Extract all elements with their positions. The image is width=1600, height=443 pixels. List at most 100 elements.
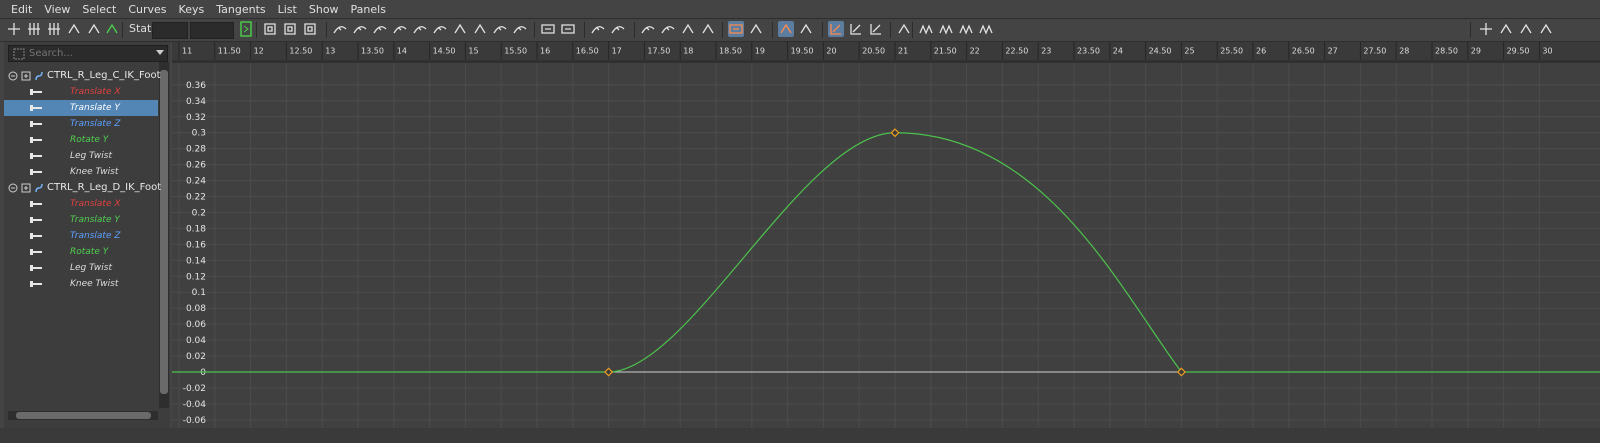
outliner-attribute[interactable]: Knee Twist [4, 276, 158, 292]
search-box[interactable] [8, 45, 168, 62]
value-label: 0.32 [186, 113, 206, 123]
outliner-attribute[interactable]: Translate Z [4, 228, 158, 244]
ruler-label: 13 [325, 47, 335, 56]
collapse-icon[interactable] [8, 183, 18, 193]
outliner-node[interactable]: CTRL_R_Leg_D_IK_Foot [4, 180, 161, 196]
ruler-divider [172, 60, 1600, 63]
menu-tangents[interactable]: Tangents [210, 3, 271, 16]
clamped-tangent-icon[interactable] [372, 21, 388, 37]
outliner-vertical-scrollbar[interactable] [159, 62, 169, 408]
ruler-label: 20 [826, 47, 836, 56]
region-tool-icon[interactable] [66, 21, 82, 37]
green-toggle-icon[interactable] [104, 21, 120, 37]
outliner-attribute[interactable]: Leg Twist [4, 260, 158, 276]
auto-tangent-icon[interactable] [332, 21, 348, 37]
unlock-weight-icon[interactable] [700, 21, 716, 37]
outliner-node[interactable]: CTRL_R_Leg_C_IK_Foot [4, 68, 161, 84]
outliner-horizontal-scrollbar[interactable] [8, 411, 158, 420]
menu-keys[interactable]: Keys [173, 3, 211, 16]
move-key-icon[interactable] [6, 21, 22, 37]
pre-infinity-icon[interactable] [918, 21, 934, 37]
frame-playback-icon[interactable] [282, 21, 298, 37]
outliner-attribute[interactable]: Translate Y [4, 100, 158, 116]
insert-key-icon[interactable] [26, 21, 42, 37]
spline-tangent-icon[interactable] [352, 21, 368, 37]
stats-toggle-icon[interactable] [238, 21, 254, 37]
ruler-label: 14 [397, 47, 407, 56]
relative-view-icon[interactable] [868, 21, 884, 37]
value-label: 0 [200, 368, 206, 378]
absolute-view-icon[interactable] [848, 21, 864, 37]
outliner-attribute[interactable]: Translate X [4, 196, 158, 212]
cycle-offset-icon[interactable] [978, 21, 994, 37]
graph-editor-view[interactable]: 11 11.50 12 12.50 13 13.50 14 14.50 15 15.50 16 16.… [172, 42, 1600, 428]
toolbar-separator [772, 22, 773, 38]
break-tangent-icon[interactable] [590, 21, 606, 37]
chevron-down-icon[interactable] [156, 50, 164, 55]
search-input[interactable] [29, 46, 147, 61]
menu-list[interactable]: List [272, 3, 303, 16]
attribute-icon [30, 169, 42, 175]
pan-icon[interactable] [1478, 21, 1494, 37]
retime-tool-icon[interactable] [86, 21, 102, 37]
menu-show[interactable]: Show [303, 3, 345, 16]
ruler-label: 19 [755, 47, 765, 56]
menu-edit[interactable]: Edit [0, 3, 38, 16]
curve-graph[interactable]: 11 11.50 12 12.50 13 13.50 14 14.50 15 15.50 16 16.… [172, 42, 1600, 428]
attribute-label: Translate Z [70, 119, 121, 129]
buffer-curve-icon[interactable] [540, 21, 556, 37]
isolate-curve-icon[interactable] [778, 21, 794, 37]
stats-field-2[interactable] [190, 22, 234, 39]
frame-all-icon[interactable] [262, 21, 278, 37]
outliner-attribute[interactable]: Translate Y [4, 212, 158, 228]
step-tangent-icon[interactable] [432, 21, 448, 37]
ruler-label: 24 [1113, 47, 1123, 56]
swap-buffer-icon[interactable] [560, 21, 576, 37]
value-label: 0.08 [186, 304, 206, 314]
filter-icon[interactable] [13, 48, 25, 60]
free-tangent-icon[interactable] [660, 21, 676, 37]
plateau-icon[interactable] [472, 21, 488, 37]
value-label: 0.02 [186, 352, 206, 362]
outliner-attribute[interactable]: Translate Z [4, 116, 158, 132]
toolbar-separator [584, 22, 585, 38]
ruler-label: 14.50 [433, 47, 456, 56]
expand-icon[interactable] [21, 71, 31, 81]
normalize-icon[interactable] [798, 21, 814, 37]
menu-curves[interactable]: Curves [122, 3, 172, 16]
attribute-label: Rotate Y [70, 135, 109, 145]
scroll-thumb[interactable] [16, 412, 151, 419]
curve-display-icon[interactable] [748, 21, 764, 37]
menu-select[interactable]: Select [76, 3, 122, 16]
snapshot-icon[interactable] [728, 21, 744, 37]
menu-panels[interactable]: Panels [345, 3, 392, 16]
default-tangent-icon[interactable] [492, 21, 508, 37]
step-next-icon[interactable] [452, 21, 468, 37]
linear-tangent-icon[interactable] [392, 21, 408, 37]
outliner-attribute[interactable]: Rotate Y [4, 132, 158, 148]
cycle-icon[interactable] [958, 21, 974, 37]
lattice-icon[interactable] [46, 21, 62, 37]
outliner-attribute[interactable]: Rotate Y [4, 244, 158, 260]
outliner-attribute[interactable]: Knee Twist [4, 164, 158, 180]
center-current-icon[interactable] [302, 21, 318, 37]
stats-field-1[interactable] [152, 22, 188, 39]
toolbar: Stats [0, 19, 1600, 42]
lock-tangent-icon[interactable] [512, 21, 528, 37]
collapse-icon[interactable] [8, 71, 18, 81]
flat-tangent-icon[interactable] [412, 21, 428, 37]
expand-icon[interactable] [21, 183, 31, 193]
outliner-attribute[interactable]: Translate X [4, 84, 158, 100]
post-infinity-icon[interactable] [938, 21, 954, 37]
unify-tangent-icon[interactable] [610, 21, 626, 37]
time-editor-icon[interactable] [1538, 21, 1554, 37]
weighted-tangent-icon[interactable] [640, 21, 656, 37]
menu-view[interactable]: View [38, 3, 76, 16]
stacked-view-icon[interactable] [828, 21, 844, 37]
trax-icon[interactable] [1518, 21, 1534, 37]
dope-sheet-icon[interactable] [1498, 21, 1514, 37]
scroll-thumb[interactable] [160, 70, 168, 394]
outliner-attribute[interactable]: Leg Twist [4, 148, 158, 164]
pin-icon[interactable] [896, 21, 912, 37]
lock-weight-icon[interactable] [680, 21, 696, 37]
